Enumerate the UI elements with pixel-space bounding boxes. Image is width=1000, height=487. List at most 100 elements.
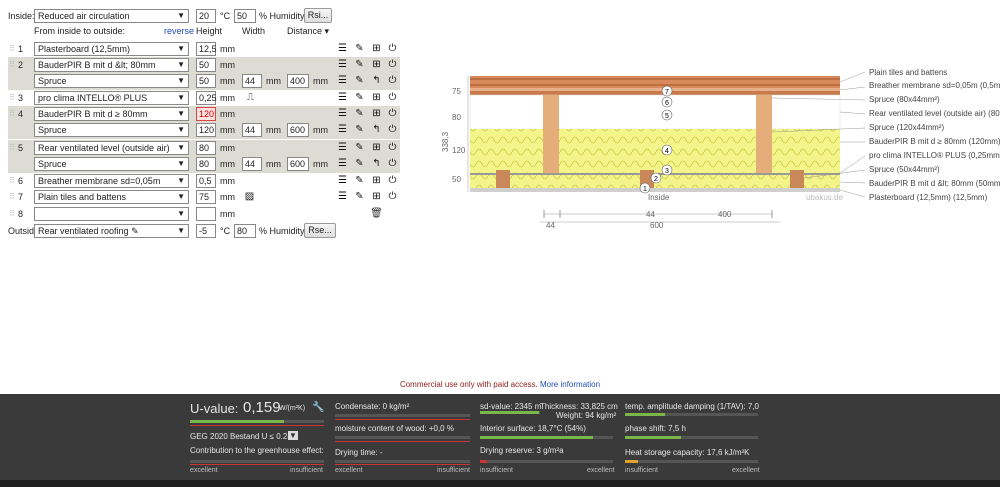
drag-handle-icon[interactable]: ⠿: [9, 58, 15, 72]
outside-climate-select[interactable]: Rear ventilated roofing ✎ ▼: [34, 224, 189, 238]
inside-temp-input[interactable]: 20: [196, 9, 216, 23]
wrench-icon[interactable]: 🔧: [312, 402, 324, 413]
drag-handle-icon[interactable]: ⠿: [9, 141, 15, 155]
power-icon[interactable]: ⏻: [386, 58, 399, 72]
menu-icon[interactable]: ☰: [336, 74, 349, 88]
pencil-icon[interactable]: ✎: [353, 107, 366, 121]
sub-material-select[interactable]: Spruce ▼: [34, 74, 189, 88]
layer-material-select[interactable]: Rear ventilated level (outside air) ▼: [34, 141, 189, 155]
power-icon[interactable]: ⏻: [386, 91, 399, 105]
sub-distance-input[interactable]: 400: [287, 74, 309, 88]
pencil-icon[interactable]: ✎: [353, 58, 366, 72]
pencil-icon[interactable]: ✎: [353, 42, 366, 56]
rsi-button[interactable]: Rsi...: [304, 8, 332, 23]
drag-handle-icon[interactable]: ⠿: [9, 107, 15, 121]
power-icon[interactable]: ⏻: [386, 190, 399, 204]
drying-time-bar: [335, 460, 470, 463]
membrane-icon[interactable]: ⎍: [244, 91, 257, 105]
drag-handle-icon[interactable]: ⠿: [9, 207, 15, 221]
inside-humidity-input[interactable]: 50: [234, 9, 256, 23]
legend-item: Plain tiles and battens: [869, 68, 948, 77]
layer-number: 5: [18, 143, 24, 153]
menu-icon[interactable]: ☰: [336, 157, 349, 171]
sub-height-input[interactable]: 120: [196, 123, 216, 137]
layer-number: 3: [18, 93, 24, 103]
power-icon[interactable]: ⏻: [386, 74, 399, 88]
drag-handle-icon[interactable]: ⠿: [9, 174, 15, 188]
geg-dropdown-icon[interactable]: ▼: [288, 431, 298, 440]
layer-height-input[interactable]: [196, 207, 216, 221]
pencil-icon[interactable]: ✎: [353, 91, 366, 105]
add-layer-icon[interactable]: ⊞: [370, 107, 383, 121]
inside-climate-select[interactable]: Reduced air circulation ▼: [34, 9, 189, 23]
sub-height-input[interactable]: 80: [196, 157, 216, 171]
pencil-icon[interactable]: ✎: [353, 190, 366, 204]
menu-icon[interactable]: ☰: [336, 141, 349, 155]
layer-height-input[interactable]: 12,5: [196, 42, 217, 56]
add-layer-icon[interactable]: ⊞: [370, 91, 383, 105]
add-layer-icon[interactable]: ⊞: [370, 42, 383, 56]
sub-width-input[interactable]: 44: [242, 123, 262, 137]
pencil-icon[interactable]: ✎: [353, 141, 366, 155]
layer-height-input[interactable]: 0,5: [196, 174, 216, 188]
menu-icon[interactable]: ☰: [336, 107, 349, 121]
trash-icon[interactable]: 🗑: [370, 207, 383, 221]
reverse-link[interactable]: reverse: [164, 24, 194, 38]
drag-handle-icon[interactable]: ⠿: [9, 42, 15, 56]
power-icon[interactable]: ⏻: [386, 42, 399, 56]
sub-distance-input[interactable]: 600: [287, 157, 309, 171]
phase-bar: [625, 436, 758, 439]
layer-material-select[interactable]: BauderPIR B mit d ≥ 80mm ▼: [34, 107, 189, 121]
add-layer-icon[interactable]: ⊞: [370, 58, 383, 72]
drag-handle-icon[interactable]: ⠿: [9, 190, 15, 204]
undo-arrow-icon[interactable]: ↰: [370, 74, 383, 88]
layer-material-select[interactable]: BauderPIR B mit d &lt; 80mm ▼: [34, 58, 189, 72]
header-distance[interactable]: Distance ▾: [287, 24, 329, 38]
outside-temp-input[interactable]: -5: [196, 224, 216, 238]
sub-width-input[interactable]: 44: [242, 157, 262, 171]
power-icon[interactable]: ⏻: [386, 123, 399, 137]
add-layer-icon[interactable]: ⊞: [370, 190, 383, 204]
layer-height-input[interactable]: 120: [196, 107, 216, 121]
layer-material-select[interactable]: Plasterboard (12,5mm) ▼: [34, 42, 189, 56]
pencil-icon[interactable]: ✎: [353, 174, 366, 188]
menu-icon[interactable]: ☰: [336, 42, 349, 56]
menu-icon[interactable]: ☰: [336, 58, 349, 72]
chevron-down-icon: ▼: [177, 176, 185, 185]
add-layer-icon[interactable]: ⊞: [370, 141, 383, 155]
layer-height-input[interactable]: 0,25: [196, 91, 217, 105]
layer-material-select[interactable]: Breather membrane sd=0,05m ▼: [34, 174, 189, 188]
sub-material-select[interactable]: Spruce ▼: [34, 123, 189, 137]
drag-handle-icon[interactable]: ⠿: [9, 91, 15, 105]
tile-pattern-icon[interactable]: ▨: [243, 190, 256, 204]
sub-width-input[interactable]: 44: [242, 74, 262, 88]
sub-height-input[interactable]: 50: [196, 74, 216, 88]
pencil-icon[interactable]: ✎: [353, 123, 366, 137]
more-info-link[interactable]: More information: [540, 380, 600, 389]
power-icon[interactable]: ⏻: [386, 141, 399, 155]
menu-icon[interactable]: ☰: [336, 91, 349, 105]
undo-arrow-icon[interactable]: ↰: [370, 157, 383, 171]
menu-icon[interactable]: ☰: [336, 123, 349, 137]
power-icon[interactable]: ⏻: [386, 157, 399, 171]
power-icon[interactable]: ⏻: [386, 174, 399, 188]
menu-icon[interactable]: ☰: [336, 190, 349, 204]
sub-material-select[interactable]: Spruce ▼: [34, 157, 189, 171]
undo-arrow-icon[interactable]: ↰: [370, 123, 383, 137]
pencil-icon[interactable]: ✎: [353, 157, 366, 171]
sub-distance-input[interactable]: 600: [287, 123, 309, 137]
rse-button[interactable]: Rse...: [304, 223, 336, 238]
outside-humidity-input[interactable]: 80: [234, 224, 256, 238]
layer-material-select[interactable]: pro clima INTELLO® PLUS ▼: [34, 91, 189, 105]
add-layer-icon[interactable]: ⊞: [370, 174, 383, 188]
sd-value-label: sd-value: 2345 m: [480, 402, 542, 411]
pencil-icon[interactable]: ✎: [353, 74, 366, 88]
layer-height-input[interactable]: 50: [196, 58, 216, 72]
menu-icon[interactable]: ☰: [336, 174, 349, 188]
power-icon[interactable]: ⏻: [386, 107, 399, 121]
layer-height-input[interactable]: 80: [196, 141, 216, 155]
layer-material-select[interactable]: Plain tiles and battens ▼: [34, 190, 189, 204]
pencil-icon[interactable]: ✎: [131, 226, 139, 236]
layer-height-input[interactable]: 75: [196, 190, 216, 204]
layer-material-select[interactable]: ▼: [34, 207, 189, 221]
